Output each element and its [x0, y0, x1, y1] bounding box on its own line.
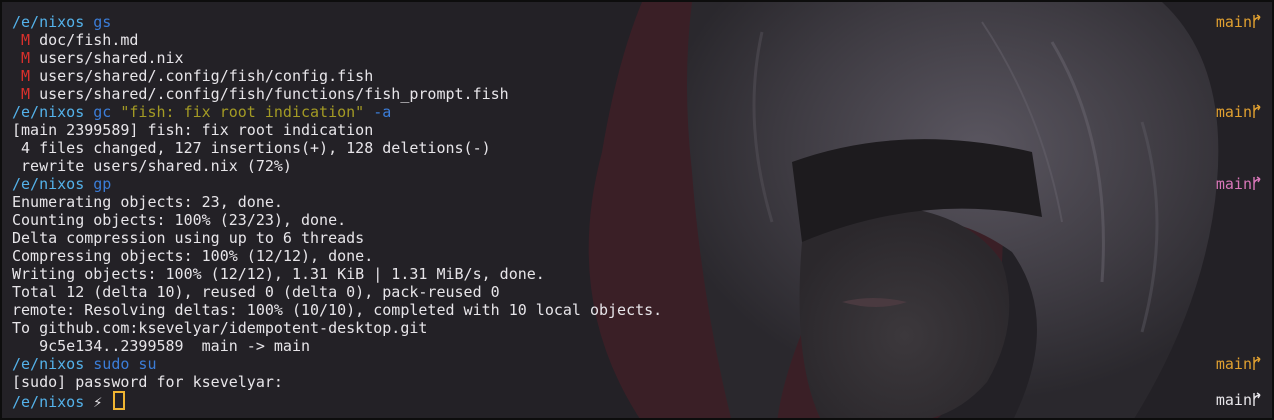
output-line: To github.com:ksevelyar/idempotent-deskt…: [12, 319, 428, 337]
output-line: Enumerating objects: 23, done.: [12, 193, 283, 211]
command-text: gp: [93, 175, 112, 193]
file-path: users/shared.nix: [39, 49, 184, 67]
command-text: gs: [93, 13, 112, 31]
file-path: doc/fish.md: [39, 31, 139, 49]
prompt-cwd: /e/nixos: [12, 103, 85, 121]
command-text: sudo su: [93, 355, 157, 373]
prompt-line: /e/nixos gs main: [12, 13, 1262, 31]
git-branch-indicator: main: [1216, 103, 1262, 121]
git-branch-icon: [1253, 104, 1261, 118]
output-line: 4 files changed, 127 insertions(+), 128 …: [12, 139, 491, 157]
git-branch-indicator: main: [1216, 13, 1262, 31]
branch-name: main: [1215, 103, 1252, 121]
git-status-row: M users/shared.nix: [12, 49, 1262, 67]
git-branch-icon: [1253, 356, 1261, 370]
branch-name: main: [1215, 355, 1252, 373]
lightning-icon: ⚡: [93, 393, 103, 411]
output-line: Delta compression using up to 6 threads: [12, 229, 365, 247]
git-branch-indicator: main: [1216, 175, 1262, 193]
prompt-cwd: /e/nixos: [12, 175, 85, 193]
output-line: Counting objects: 100% (23/23), done.: [12, 211, 347, 229]
git-branch-icon: [1253, 392, 1261, 406]
file-path: users/shared/.config/fish/functions/fish…: [39, 85, 509, 103]
branch-name: main: [1215, 175, 1252, 193]
command-argument: "fish: fix root indication": [120, 103, 365, 121]
terminal-output[interactable]: /e/nixos gs main M doc/fish.md M users/sh…: [12, 13, 1262, 411]
prompt-cwd: /e/nixos: [12, 13, 85, 31]
modified-marker: M: [21, 85, 31, 103]
prompt-line: /e/nixos gp main: [12, 175, 1262, 193]
git-branch-indicator: main: [1216, 355, 1262, 373]
block-cursor[interactable]: [113, 391, 126, 410]
output-line: Writing objects: 100% (12/12), 1.31 KiB …: [12, 265, 545, 283]
git-branch-icon: [1253, 14, 1261, 28]
output-line: Compressing objects: 100% (12/12), done.: [12, 247, 374, 265]
command-text: gc: [93, 103, 112, 121]
sudo-password-prompt: [sudo] password for ksevelyar:: [12, 373, 283, 391]
prompt-line: /e/nixos gc "fish: fix root indication" …: [12, 103, 1262, 121]
output-line: rewrite users/shared.nix (72%): [12, 157, 292, 175]
git-status-row: M users/shared/.config/fish/functions/fi…: [12, 85, 1262, 103]
output-line: [main 2399589] fish: fix root indication: [12, 121, 374, 139]
terminal-window[interactable]: /e/nixos gs main M doc/fish.md M users/sh…: [0, 0, 1274, 420]
output-line: 9c5e134..2399589 main -> main: [12, 337, 311, 355]
command-flag: -a: [373, 103, 392, 121]
branch-name: main: [1215, 13, 1252, 31]
git-branch-icon: [1253, 176, 1261, 190]
file-path: users/shared/.config/fish/config.fish: [39, 67, 374, 85]
prompt-line[interactable]: /e/nixos ⚡ main: [12, 391, 1262, 411]
modified-marker: M: [21, 67, 31, 85]
modified-marker: M: [21, 49, 31, 67]
modified-marker: M: [21, 31, 31, 49]
git-status-row: M doc/fish.md: [12, 31, 1262, 49]
prompt-cwd: /e/nixos: [12, 355, 85, 373]
prompt-cwd: /e/nixos: [12, 393, 85, 411]
prompt-line: /e/nixos sudo su main: [12, 355, 1262, 373]
output-line: Total 12 (delta 10), reused 0 (delta 0),…: [12, 283, 500, 301]
output-line: remote: Resolving deltas: 100% (10/10), …: [12, 301, 663, 319]
branch-name: main: [1215, 391, 1252, 409]
git-status-row: M users/shared/.config/fish/config.fish: [12, 67, 1262, 85]
git-branch-indicator: main: [1216, 391, 1262, 409]
